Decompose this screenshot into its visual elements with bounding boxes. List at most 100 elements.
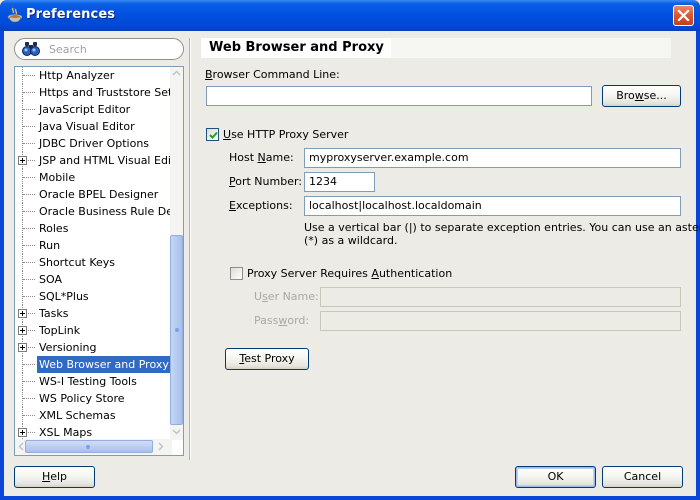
tree-item-label: Tasks (39, 307, 69, 320)
tree-item-label: Run (39, 239, 61, 252)
panel-splitter[interactable] (189, 38, 191, 460)
scroll-thumb-grip (175, 328, 179, 332)
tree-item-label: Versioning (39, 341, 97, 354)
java-coffee-cup-icon (7, 7, 23, 23)
tree-item[interactable]: SQL*Plus (15, 288, 172, 305)
tree-item[interactable]: Https and Truststore Settin (15, 84, 183, 101)
port-number-label: Port Number: (229, 175, 302, 188)
page-header: Web Browser and Proxy (201, 38, 671, 58)
tree-connector-line (23, 398, 35, 399)
label-text: U (254, 290, 263, 303)
tree-connector-line (23, 415, 35, 416)
tree-item-label: SOA (39, 273, 62, 286)
tree-item[interactable]: Web Browser and Proxy (15, 356, 172, 373)
browse-button[interactable]: Browse... (602, 85, 681, 107)
tree-horizontal-scroll-thumb[interactable] (25, 440, 153, 453)
expand-plus-icon[interactable] (18, 428, 27, 437)
tree-item[interactable]: Java Visual Editor (15, 118, 172, 135)
tree-item[interactable]: Http Analyzer (15, 67, 172, 84)
mnemonic: H (41, 470, 51, 483)
tree-connector-line (23, 92, 35, 93)
close-button[interactable] (673, 5, 694, 26)
tree-vertical-scroll-thumb[interactable] (170, 235, 183, 425)
tree-item[interactable]: Mobile (15, 169, 172, 186)
test-proxy-button[interactable]: Test Proxy (225, 348, 309, 370)
scroll-down-arrow-icon[interactable] (172, 429, 181, 435)
port-number-input[interactable]: 1234 (304, 172, 375, 192)
host-name-input[interactable]: myproxyserver.example.com (304, 148, 681, 168)
exceptions-hint-line1: Use a vertical bar (|) to separate excep… (304, 221, 700, 234)
label-text: ord: (287, 314, 310, 327)
page-header-tab: Web Browser and Proxy (201, 38, 391, 58)
use-http-proxy-checkbox[interactable] (206, 128, 219, 141)
password-label: Password: (254, 314, 309, 327)
tree-item-label: SQL*Plus (39, 290, 89, 303)
tree-item[interactable]: JDBC Driver Options (15, 135, 172, 152)
tree-connector-line (23, 75, 35, 76)
label-text: ort Number: (235, 175, 303, 188)
tree-item-label: Roles (39, 222, 69, 235)
page-title: Web Browser and Proxy (209, 40, 384, 55)
expand-plus-icon[interactable] (18, 326, 27, 335)
tree-connector-line (23, 262, 35, 263)
tree-item[interactable]: Shortcut Keys (15, 254, 172, 271)
tree-item[interactable]: SOA (15, 271, 172, 288)
tree-items: Http Analyzer Https and Truststore Settin… (15, 67, 183, 441)
tree-vertical-scrollbar[interactable] (170, 67, 183, 440)
tree-connector-line (23, 126, 35, 127)
tree-item-label: Mobile (39, 171, 76, 184)
browser-command-line-input[interactable] (206, 86, 592, 106)
tree-item-label: Oracle BPEL Designer (39, 188, 159, 201)
expand-plus-icon[interactable] (18, 309, 27, 318)
mnemonic: A (371, 267, 379, 280)
expand-plus-icon[interactable] (18, 156, 27, 165)
tree-item[interactable]: TopLink (15, 322, 172, 339)
tree-item[interactable]: JavaScript Editor (15, 101, 172, 118)
label-text: Host (229, 151, 258, 164)
tree-item-label: Shortcut Keys (39, 256, 116, 269)
scroll-right-arrow-icon[interactable] (158, 442, 164, 451)
tree-horizontal-scrollbar[interactable] (15, 439, 172, 455)
password-input[interactable] (320, 311, 681, 331)
tree-connector-line (23, 143, 35, 144)
tree-item[interactable]: Versioning (15, 339, 172, 356)
expand-plus-icon[interactable] (18, 343, 27, 352)
cancel-button[interactable]: Cancel (602, 466, 683, 488)
preferences-tree[interactable]: Http Analyzer Https and Truststore Settin… (14, 66, 184, 456)
search-input[interactable]: Search (14, 38, 184, 60)
tree-connector-line (23, 245, 35, 246)
scroll-up-arrow-icon[interactable] (172, 70, 181, 76)
exceptions-input[interactable]: localhost|localhost.localdomain (304, 196, 681, 216)
tree-item[interactable]: XML Schemas (15, 407, 172, 424)
tree-item[interactable]: Roles (15, 220, 172, 237)
requires-authentication-checkbox[interactable] (230, 267, 243, 280)
help-button[interactable]: Help (14, 466, 95, 488)
host-name-label: Host Name: (229, 151, 294, 164)
label-text: xceptions: (235, 199, 293, 212)
scroll-thumb-grip (86, 445, 90, 449)
label-text: Proxy Server Requires (247, 267, 372, 280)
user-name-input[interactable] (320, 287, 681, 307)
mnemonic: N (257, 151, 266, 164)
tree-item-label: JavaScript Editor (39, 103, 131, 116)
exceptions-label: Exceptions: (229, 199, 293, 212)
mnemonic: U (223, 128, 232, 141)
label-text: Bro (616, 89, 635, 102)
tree-item-label: XML Schemas (39, 409, 116, 422)
tree-item[interactable]: Oracle Business Rule Design (15, 203, 183, 220)
tree-item[interactable]: WS Policy Store (15, 390, 172, 407)
tree-item[interactable]: Oracle BPEL Designer (15, 186, 172, 203)
tree-item[interactable]: Run (15, 237, 172, 254)
requires-authentication-label[interactable]: Proxy Server Requires Authentication (247, 267, 452, 280)
tree-item-label: WS Policy Store (39, 392, 125, 405)
label-text: uthentication (378, 267, 453, 280)
tree-item[interactable]: WS-I Testing Tools (15, 373, 172, 390)
search-placeholder: Search (49, 43, 87, 56)
mnemonic: w (634, 89, 644, 102)
tree-item[interactable]: JSP and HTML Visual Editor (15, 152, 183, 169)
ok-button[interactable]: OK (515, 466, 596, 488)
scroll-left-arrow-icon[interactable] (18, 442, 24, 451)
tree-item[interactable]: Tasks (15, 305, 172, 322)
title-bar[interactable]: Preferences (0, 0, 700, 31)
use-http-proxy-label[interactable]: Use HTTP Proxy Server (223, 128, 348, 141)
